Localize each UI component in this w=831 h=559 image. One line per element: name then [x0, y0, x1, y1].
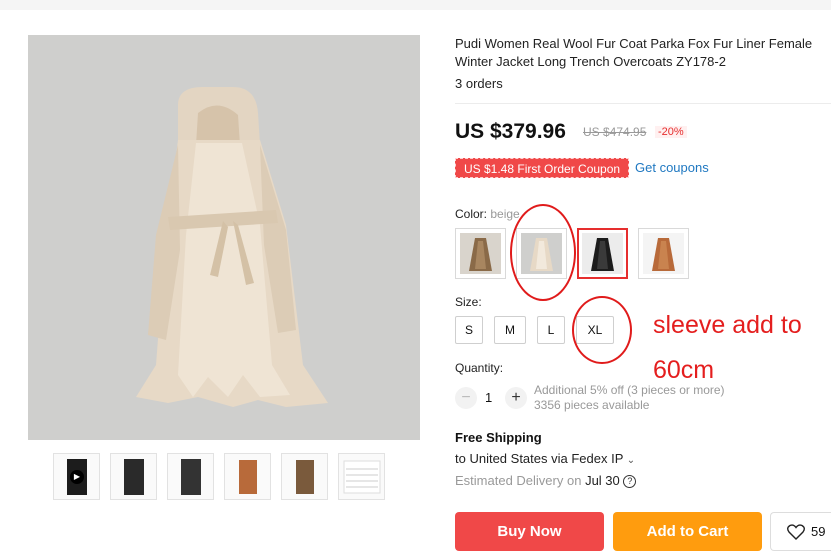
color-swatch-black[interactable]	[577, 228, 628, 279]
annotation-text-length: 60cm	[653, 356, 715, 384]
original-price: US $474.95	[583, 125, 647, 139]
wishlist-button[interactable]: 59	[770, 512, 831, 551]
main-product-image[interactable]	[28, 35, 420, 440]
current-price: US $379.96	[455, 120, 566, 143]
annotation-text-sleeve: sleeve add to	[653, 311, 802, 339]
help-icon[interactable]: ?	[623, 475, 637, 489]
fur-coat-illustration	[28, 35, 420, 440]
annotation-circle-xl	[572, 296, 632, 364]
chevron-down-icon: ⌄	[626, 455, 636, 466]
color-label: Color: beige	[455, 207, 520, 221]
play-icon: ▶	[70, 470, 84, 484]
divider	[455, 103, 831, 104]
add-to-cart-button[interactable]: Add to Cart	[613, 512, 762, 551]
quantity-info: Additional 5% off (3 pieces or more) 335…	[534, 383, 725, 413]
buy-now-button[interactable]: Buy Now	[455, 512, 604, 551]
quantity-decrease-button[interactable]: −	[455, 387, 477, 409]
size-option-s[interactable]: S	[455, 316, 483, 344]
thumbnail-black-front[interactable]	[110, 453, 157, 500]
heart-icon	[787, 523, 805, 540]
color-swatch-camel[interactable]	[455, 228, 506, 279]
selected-color-name: beige	[490, 207, 520, 221]
discount-badge: -20%	[655, 126, 687, 138]
color-swatch-brown[interactable]	[638, 228, 689, 279]
thumbnail-black-side[interactable]	[167, 453, 214, 500]
bulk-discount-note: Additional 5% off (3 pieces or more)	[534, 383, 725, 397]
estimated-delivery: Estimated Delivery on Jul 30 ?	[455, 473, 637, 489]
top-strip	[0, 0, 831, 10]
annotation-circle-beige	[510, 204, 576, 301]
delivery-date: Jul 30	[585, 473, 620, 488]
size-option-l[interactable]: L	[537, 316, 565, 344]
thumbnail-strip: ▶	[53, 453, 385, 500]
shipping-title: Free Shipping	[455, 430, 542, 445]
thumbnail-camel[interactable]	[281, 453, 328, 500]
size-label: Size:	[455, 295, 482, 309]
get-coupons-link[interactable]: Get coupons	[635, 160, 709, 175]
size-option-m[interactable]: M	[494, 316, 526, 344]
order-count: 3 orders	[455, 76, 503, 91]
thumbnail-video[interactable]: ▶	[53, 453, 100, 500]
quantity-label: Quantity:	[455, 361, 504, 375]
quantity-value[interactable]: 1	[485, 390, 492, 405]
quantity-increase-button[interactable]: +	[505, 387, 527, 409]
first-order-coupon[interactable]: US $1.48 First Order Coupon	[455, 158, 630, 178]
product-title: Pudi Women Real Wool Fur Coat Parka Fox …	[455, 36, 813, 69]
thumbnail-size-chart[interactable]	[338, 453, 385, 500]
thumbnail-brown[interactable]	[224, 453, 271, 500]
wishlist-count: 59	[811, 524, 826, 539]
shipping-destination[interactable]: to United States via Fedex IP ⌄	[455, 451, 635, 466]
stock-available: 3356 pieces available	[534, 398, 650, 412]
